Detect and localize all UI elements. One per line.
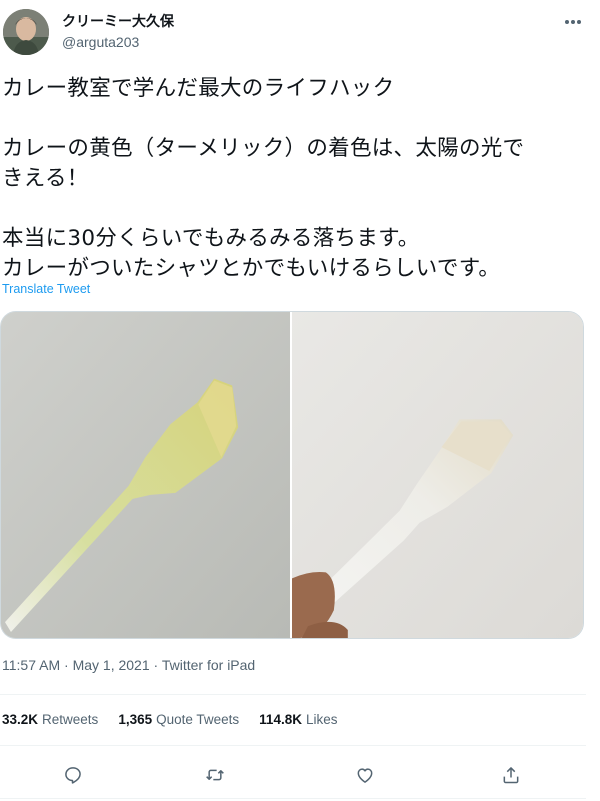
likes-label: Likes [305,712,338,727]
tweet-line: カレーの黄色（ターメリック）の着色は、太陽の光で [2,136,525,161]
divider [0,694,586,695]
action-bar [0,760,586,790]
tweet-source[interactable]: Twitter for iPad [162,657,255,673]
tweet-line: 本当に30分くらいでもみるみる落ちます。 [2,226,420,251]
meta-separator: · [60,657,73,673]
tweet-meta: 11:57 AM · May 1, 2021 · Twitter for iPa… [2,657,255,673]
translate-tweet-link[interactable]: Translate Tweet [2,282,90,296]
tweet-time[interactable]: 11:57 AM [2,657,60,673]
media-grid [0,311,584,639]
likes-stat[interactable]: 114.8K Likes [259,712,337,727]
likes-count: 114.8K [259,712,302,727]
retweets-label: Retweets [42,712,99,727]
share-button[interactable] [496,760,526,790]
divider [0,745,586,746]
tweet-line: カレーがついたシャツとかでもいけるらしいです。 [2,256,501,281]
more-button[interactable] [558,12,588,32]
more-icon [565,20,581,24]
tweet-text: カレー教室で学んだ最大のライフハック カレーの黄色（ターメリック）の着色は、太陽… [2,74,592,284]
like-button[interactable] [350,760,380,790]
quote-tweets-count: 1,365 [118,712,153,727]
tweet-line: カレー教室で学んだ最大のライフハック [2,76,395,101]
reply-button[interactable] [58,760,88,790]
quote-tweets-label: Quote Tweets [156,712,240,727]
share-icon [503,767,519,784]
tweet: クリーミー大久保 @arguta203 カレー教室で学んだ最大のライフハック カ… [0,0,600,801]
tweet-line: きえる！ [2,166,89,191]
meta-separator: · [149,657,162,673]
retweets-stat[interactable]: 33.2K Retweets [2,712,98,727]
avatar[interactable] [3,9,49,55]
tweet-date[interactable]: May 1, 2021 [73,657,150,673]
user-info: クリーミー大久保 @arguta203 [62,12,174,52]
display-name[interactable]: クリーミー大久保 [62,12,174,32]
quote-tweets-stat[interactable]: 1,365 Quote Tweets [118,712,239,727]
reply-icon [65,767,81,784]
retweet-button[interactable] [200,760,230,790]
photo-after[interactable] [292,312,583,638]
retweet-icon [206,769,224,781]
heart-icon [357,768,373,783]
retweets-count: 33.2K [2,712,39,727]
divider [0,798,586,799]
user-handle[interactable]: @arguta203 [62,32,174,52]
tweet-stats: 33.2K Retweets 1,365 Quote Tweets 114.8K Li… [2,712,337,727]
photo-before[interactable] [1,312,290,638]
